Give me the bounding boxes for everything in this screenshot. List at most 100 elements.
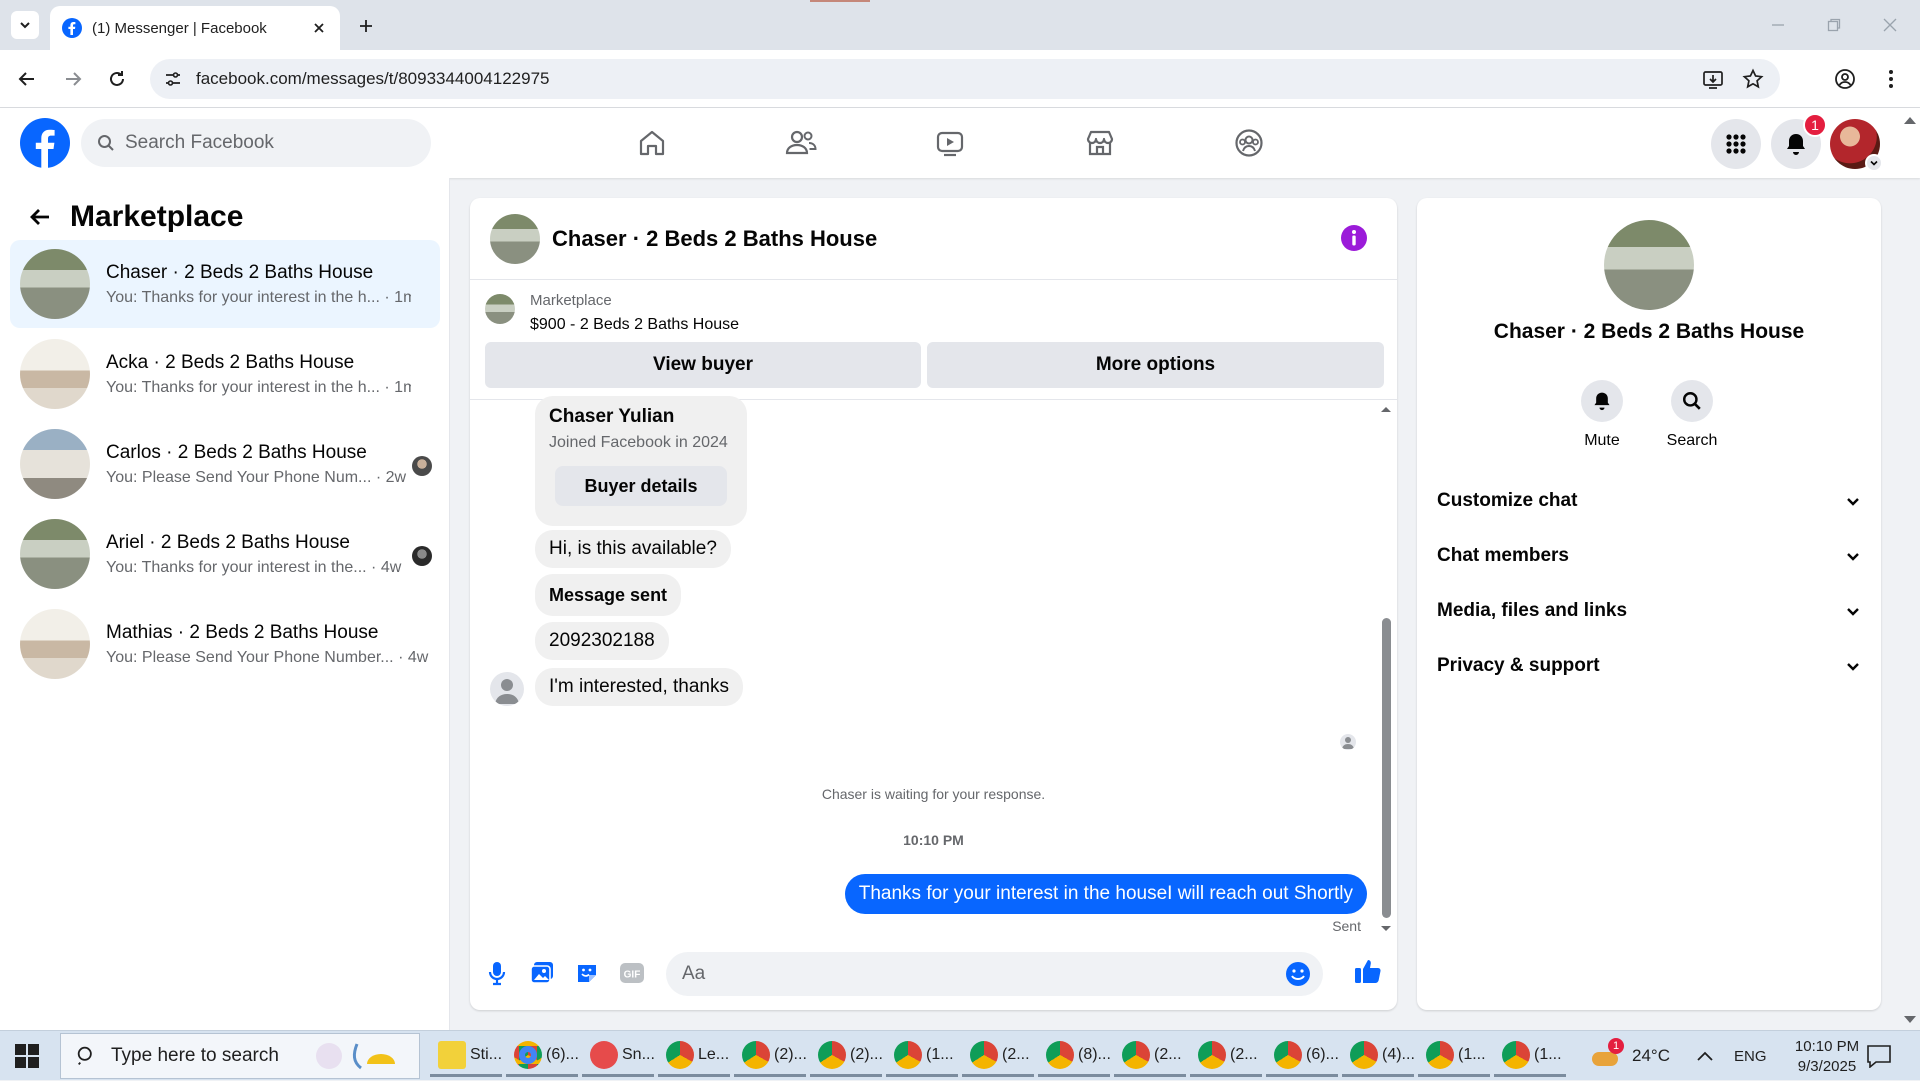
scroll-up-icon[interactable] bbox=[1379, 404, 1393, 414]
info-icon[interactable] bbox=[1339, 223, 1369, 253]
conversation-item[interactable]: Chaser · 2 Beds 2 Baths House You: Thank… bbox=[10, 240, 440, 328]
media-files-links-section[interactable]: Media, files and links bbox=[1437, 589, 1861, 633]
search-conversation-button[interactable] bbox=[1671, 380, 1713, 422]
message-input[interactable] bbox=[682, 963, 1262, 985]
voice-clip-button[interactable] bbox=[482, 958, 512, 988]
taskbar-app-chrome[interactable]: (2)... bbox=[810, 1035, 883, 1077]
conversation-item[interactable]: Acka · 2 Beds 2 Baths House You: Thanks … bbox=[10, 330, 440, 418]
profile-avatar[interactable] bbox=[1604, 220, 1694, 310]
conversation-name: Chaser · 2 Beds 2 Baths House bbox=[106, 261, 374, 283]
customize-chat-section[interactable]: Customize chat bbox=[1437, 479, 1861, 523]
nav-video[interactable] bbox=[895, 118, 1005, 168]
reload-icon bbox=[110, 71, 124, 86]
facebook-logo[interactable] bbox=[20, 118, 70, 168]
temperature: 24°C bbox=[1632, 1046, 1670, 1065]
show-hidden-icons-button[interactable] bbox=[1696, 1031, 1714, 1081]
emoji-icon[interactable] bbox=[1285, 961, 1311, 987]
taskbar-app-chrome[interactable]: (1... bbox=[1494, 1035, 1566, 1077]
install-app-icon[interactable] bbox=[1702, 68, 1724, 90]
chat-scroll-thumb[interactable] bbox=[1382, 618, 1391, 918]
privacy-support-section[interactable]: Privacy & support bbox=[1437, 644, 1861, 688]
notifications-button[interactable]: 1 bbox=[1771, 113, 1827, 169]
windows-start-icon[interactable] bbox=[14, 1043, 40, 1069]
close-window-button[interactable] bbox=[1862, 0, 1918, 50]
facebook-search-bar[interactable] bbox=[81, 119, 431, 167]
taskbar-search[interactable]: Type here to search bbox=[60, 1033, 420, 1079]
browser-tab-messenger[interactable]: (1) Messenger | Facebook bbox=[50, 6, 340, 50]
account-dropdown[interactable] bbox=[1865, 154, 1883, 172]
nav-groups[interactable] bbox=[1194, 118, 1304, 168]
sticker-button[interactable] bbox=[572, 958, 602, 988]
taskbar-app-label: (1... bbox=[1458, 1045, 1486, 1063]
search-action[interactable]: Search bbox=[1652, 380, 1732, 450]
reload-button[interactable] bbox=[102, 64, 132, 94]
facebook-search-input[interactable] bbox=[125, 132, 375, 154]
listing-title[interactable]: $900 - 2 Beds 2 Baths House bbox=[530, 316, 739, 334]
view-buyer-button[interactable]: View buyer bbox=[485, 342, 921, 388]
listing-thumbnail[interactable] bbox=[485, 294, 515, 324]
friends-icon bbox=[785, 130, 817, 155]
taskbar-app-chrome[interactable]: (6)... bbox=[506, 1035, 579, 1077]
svg-text:GIF: GIF bbox=[624, 970, 641, 981]
conversation-time: · 4w bbox=[398, 648, 429, 666]
account-avatar[interactable] bbox=[1830, 119, 1883, 172]
menu-button[interactable] bbox=[1711, 119, 1761, 169]
new-tab-button[interactable] bbox=[352, 12, 380, 40]
taskbar-app-chrome[interactable]: (4)... bbox=[1342, 1035, 1415, 1077]
clock[interactable]: 10:10 PM 9/3/2025 bbox=[1782, 1031, 1872, 1081]
close-tab-icon[interactable] bbox=[312, 21, 326, 35]
weather-widget[interactable]: 1 24°C bbox=[1590, 1031, 1670, 1081]
profile-button[interactable] bbox=[1830, 64, 1860, 94]
taskbar-app-snipping[interactable]: Sn... bbox=[582, 1035, 655, 1077]
conversation-preview: You: Please Send Your Phone Num... bbox=[106, 468, 372, 486]
taskbar-app-chrome[interactable]: (2... bbox=[1114, 1035, 1186, 1077]
chat-title[interactable]: Chaser · 2 Beds 2 Baths House bbox=[552, 226, 877, 252]
taskbar-app-chrome[interactable]: (2)... bbox=[734, 1035, 807, 1077]
taskbar-app-chrome[interactable]: (6)... bbox=[1266, 1035, 1339, 1077]
back-arrow-icon[interactable] bbox=[28, 205, 52, 229]
like-button[interactable] bbox=[1353, 956, 1383, 986]
chat-scrollbar[interactable] bbox=[1379, 404, 1393, 934]
weather-badge: 1 bbox=[1608, 1038, 1624, 1054]
chat-avatar[interactable] bbox=[490, 213, 540, 264]
conversation-item[interactable]: Mathias · 2 Beds 2 Baths House You: Plea… bbox=[10, 600, 440, 688]
browser-menu-button[interactable] bbox=[1876, 64, 1906, 94]
nav-marketplace[interactable] bbox=[1045, 118, 1155, 168]
conversation-item[interactable]: Carlos · 2 Beds 2 Baths House You: Pleas… bbox=[10, 420, 440, 508]
back-button[interactable] bbox=[12, 64, 42, 94]
taskbar-app-chrome[interactable]: Le... bbox=[658, 1035, 730, 1077]
notification-center-button[interactable] bbox=[1866, 1031, 1892, 1081]
buyer-details-button[interactable]: Buyer details bbox=[555, 466, 727, 506]
scroll-down-icon[interactable] bbox=[1379, 924, 1393, 934]
taskbar-app-sticky-notes[interactable]: Sti... bbox=[430, 1035, 502, 1077]
message-input-box[interactable] bbox=[666, 952, 1323, 996]
forward-button[interactable] bbox=[58, 64, 88, 94]
taskbar-app-chrome[interactable]: (1... bbox=[1418, 1035, 1490, 1077]
mute-button[interactable] bbox=[1581, 380, 1623, 422]
taskbar-app-label: Le... bbox=[698, 1045, 730, 1063]
restore-button[interactable] bbox=[1806, 0, 1862, 50]
conversation-item[interactable]: Ariel · 2 Beds 2 Baths House You: Thanks… bbox=[10, 510, 440, 598]
bookmark-star-icon[interactable] bbox=[1742, 68, 1764, 90]
scroll-up-icon[interactable] bbox=[1902, 114, 1918, 126]
tab-search-dropdown[interactable] bbox=[11, 11, 39, 39]
more-options-button[interactable]: More options bbox=[927, 342, 1384, 388]
taskbar-app-chrome[interactable]: (1... bbox=[886, 1035, 958, 1077]
taskbar-app-chrome[interactable]: (8)... bbox=[1038, 1035, 1111, 1077]
bell-icon bbox=[1594, 392, 1610, 411]
taskbar-app-chrome[interactable]: (2... bbox=[962, 1035, 1034, 1077]
page-scrollbar[interactable] bbox=[1900, 108, 1920, 1030]
mute-action[interactable]: Mute bbox=[1562, 380, 1642, 450]
minimize-button[interactable] bbox=[1750, 0, 1806, 50]
gif-button[interactable]: GIF bbox=[617, 958, 647, 988]
nav-friends[interactable] bbox=[746, 118, 856, 168]
microphone-icon bbox=[488, 962, 506, 986]
chat-members-section[interactable]: Chat members bbox=[1437, 534, 1861, 578]
taskbar-app-chrome[interactable]: (2... bbox=[1190, 1035, 1262, 1077]
nav-home[interactable] bbox=[597, 118, 707, 168]
url-bar[interactable]: facebook.com/messages/t/8093344004122975 bbox=[150, 59, 1780, 99]
attach-media-button[interactable] bbox=[527, 958, 557, 988]
scroll-down-icon[interactable] bbox=[1902, 1014, 1918, 1026]
language-indicator[interactable]: ENG bbox=[1734, 1031, 1767, 1081]
site-settings-icon[interactable] bbox=[164, 70, 182, 88]
